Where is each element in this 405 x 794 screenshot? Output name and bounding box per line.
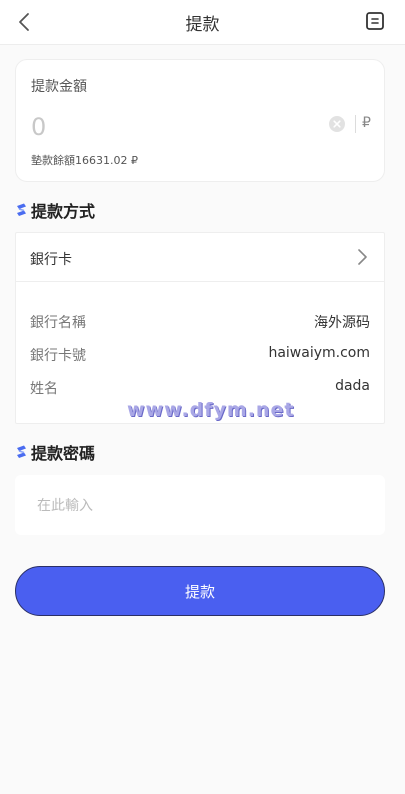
watermark: www.dfym.net bbox=[127, 399, 295, 421]
bank-name-value: 海外源码 bbox=[314, 315, 370, 331]
nav-header: 提款 bbox=[0, 0, 405, 45]
bank-name-row: 銀行名稱 海外源码 bbox=[30, 312, 370, 332]
chevron-right-icon bbox=[358, 249, 367, 265]
amount-card: 提款金額 ₽ 墊款餘額16631.02 ₽ bbox=[15, 59, 385, 182]
method-selected-label: 銀行卡 bbox=[30, 252, 72, 268]
card-number-value: haiwaiym.com bbox=[268, 345, 370, 361]
card-number-key: 銀行卡號 bbox=[30, 348, 86, 364]
section-marker-icon bbox=[17, 445, 26, 458]
holder-name-key: 姓名 bbox=[30, 381, 58, 397]
amount-input[interactable] bbox=[29, 108, 313, 146]
holder-name-row: 姓名 dada bbox=[30, 378, 370, 398]
withdraw-password-title: 提款密碼 bbox=[16, 440, 95, 464]
bank-name-key: 銀行名稱 bbox=[30, 315, 86, 331]
currency-symbol: ₽ bbox=[362, 115, 371, 131]
password-input[interactable] bbox=[35, 493, 369, 519]
method-selector[interactable]: 銀行卡 bbox=[16, 233, 384, 282]
section-title-text: 提款密碼 bbox=[31, 444, 96, 463]
page-title: 提款 bbox=[185, 14, 220, 35]
withdraw-method-title: 提款方式 bbox=[16, 198, 95, 222]
card-number-row: 銀行卡號 haiwaiym.com bbox=[30, 345, 370, 365]
amount-label: 提款金額 bbox=[31, 79, 87, 95]
currency-divider bbox=[355, 115, 356, 133]
document-icon[interactable] bbox=[365, 11, 385, 31]
withdraw-method-card: 銀行卡 銀行名稱 海外源码 銀行卡號 haiwaiym.com 姓名 dada bbox=[15, 232, 385, 424]
section-title-text: 提款方式 bbox=[31, 202, 96, 221]
submit-button[interactable]: 提款 bbox=[15, 566, 385, 616]
section-marker-icon bbox=[17, 203, 26, 216]
clear-icon[interactable] bbox=[329, 116, 345, 132]
balance-text: 墊款餘額16631.02 ₽ bbox=[31, 154, 138, 167]
chevron-left-icon[interactable] bbox=[14, 11, 36, 33]
password-card bbox=[15, 475, 385, 535]
holder-name-value: dada bbox=[335, 378, 370, 394]
